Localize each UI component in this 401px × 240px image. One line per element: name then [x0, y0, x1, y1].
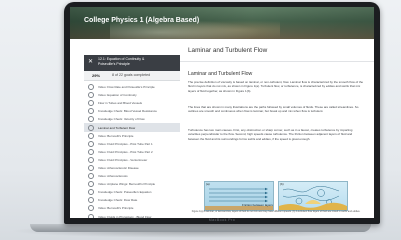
sidebar-item-label: Video: Equation of Continuity [98, 93, 137, 98]
sidebar-item-label: Video: Fluid Principles - Pitot Tube Par… [98, 149, 153, 154]
sidebar-item[interactable]: Video: Bernoulli's Principle [84, 204, 180, 212]
sidebar-item-label: Video: Bernoulli's Principle [98, 206, 134, 211]
lesson-status-icon [88, 164, 94, 171]
lesson-status-icon [88, 197, 94, 204]
lesson-status-icon [88, 189, 94, 196]
figure-label-a: (a) [206, 182, 210, 186]
sidebar-item-label: Video: Flow Rate and Poiseuille's Princi… [98, 85, 155, 90]
turbulent-flow-diagram [278, 181, 348, 211]
book-title: College Physics 1 (Algebra Based) [84, 17, 200, 24]
sidebar-item-label: Knowledge Check: Flow Rate [98, 198, 138, 203]
figure-inner-label: Friction between layers [242, 203, 273, 207]
lesson-status-icon [88, 124, 94, 131]
lesson-status-icon [88, 84, 94, 91]
sidebar-item-label: Knowledge Check: Velocity of Flow [98, 117, 145, 122]
sidebar-item[interactable]: Video: Atherosclerosis [84, 172, 180, 180]
sidebar-item-label: Knowledge Check: Poiseuille's Equation [98, 190, 152, 195]
lesson-status-icon [88, 181, 94, 188]
course-sidebar: ✕ 12.1: Equation of Continuity & Poiseui… [84, 39, 181, 218]
lesson-status-icon [88, 100, 94, 107]
lesson-status-icon [88, 116, 94, 123]
lesson-status-icon [88, 173, 94, 180]
laptop-bezel: College Physics 1 (Algebra Based) ✕ 12.1… [64, 2, 380, 224]
sidebar-item[interactable]: Video: Airplane Wings: Bernoulli's Princ… [84, 180, 180, 188]
page-title: Laminar and Turbulent Flow [188, 47, 268, 54]
lesson-status-icon [88, 92, 94, 99]
sidebar-item[interactable]: Knowledge Check: Poiseuille's Equation [84, 188, 180, 196]
sidebar-item-label: Video: Fluid Principles - Pitot Tube Par… [98, 141, 153, 146]
sidebar-item-label: Laminar and Turbulent Flow [98, 125, 136, 130]
sidebar-section-header: ✕ 12.1: Equation of Continuity & Poiseui… [84, 55, 180, 71]
laptop-screen: College Physics 1 (Algebra Based) ✕ 12.1… [70, 7, 374, 218]
section-heading: Laminar and Turbulent Flow [188, 71, 253, 77]
sidebar-item-label: Flow in Tubes and Blood Vessels [98, 101, 143, 106]
device-brand-label: MacBook Pro [208, 218, 236, 222]
flow-figure: (a) Friction between layers (b) [204, 181, 348, 211]
close-icon[interactable]: ✕ [87, 58, 94, 67]
reading-pane: Laminar and Turbulent Flow Laminar and T… [180, 39, 374, 218]
lesson-status-icon [88, 205, 94, 212]
sidebar-item[interactable]: Video: Fluid Principles - Pitot Tube Par… [84, 148, 180, 156]
paragraph-2: The lines that are shown in many illustr… [188, 105, 359, 114]
turbulent-eddies [279, 186, 347, 210]
lesson-status-icon [88, 156, 94, 163]
progress-goals: 8 of 22 goals completed [112, 73, 151, 77]
progress-percent: 29% [92, 73, 101, 78]
sidebar-item[interactable]: Video: Bernoulli's Principle [84, 132, 180, 140]
sidebar-item-label: Video: Bernoulli's Principle [98, 133, 134, 138]
lesson-status-icon [88, 108, 94, 115]
figure-label-b: (b) [280, 182, 284, 186]
lesson-status-icon [88, 132, 94, 139]
sidebar-item[interactable]: Video: Atherosclerotic Disease [84, 164, 180, 172]
sidebar-item[interactable]: Video: Flow Rate and Poiseuille's Princi… [84, 83, 180, 91]
sidebar-item[interactable]: Knowledge Check: Blood Vessel Resistance [84, 107, 180, 115]
sidebar-item-list: Video: Flow Rate and Poiseuille's Princi… [84, 83, 180, 218]
sidebar-item[interactable]: Video: Fluid Principles - Pitot Tube Par… [84, 140, 180, 148]
sidebar-item-label: Knowledge Check: Blood Vessel Resistance [98, 109, 157, 114]
content-header: Laminar and Turbulent Flow [180, 39, 374, 62]
sidebar-item-label: Video: Atherosclerotic Disease [98, 165, 139, 170]
sidebar-item[interactable]: Laminar and Turbulent Flow [84, 123, 180, 132]
sidebar-item[interactable]: Video: Fluid Principles - Venturimeter [84, 156, 180, 164]
sidebar-item[interactable]: Video: Equation of Continuity [84, 91, 180, 99]
sidebar-item[interactable]: Flow in Tubes and Blood Vessels [84, 99, 180, 107]
laptop-base [30, 224, 371, 232]
sidebar-item-label: Video: Airplane Wings: Bernoulli's Princ… [98, 182, 156, 187]
sidebar-item-label: Video: Atherosclerosis [98, 174, 128, 179]
lesson-status-icon [88, 140, 94, 147]
figure-caption: Figure 1(a) A laminar, or laminar-flow, … [191, 210, 361, 213]
sidebar-item-label: Video: Fluid Principles - Venturimeter [98, 157, 148, 162]
sidebar-section-title: 12.1: Equation of Continuity & Poiseuill… [98, 57, 145, 66]
sidebar-item[interactable]: Knowledge Check: Velocity of Flow [84, 115, 180, 123]
sidebar-item[interactable]: Knowledge Check: Flow Rate [84, 196, 180, 204]
lesson-status-icon [88, 148, 94, 155]
progress-bar: 29% 8 of 22 goals completed [84, 71, 180, 81]
paragraph-1: The precise definition of viscosity is b… [188, 80, 364, 93]
paragraph-3: Turbulence has two main causes. First, a… [188, 128, 353, 141]
